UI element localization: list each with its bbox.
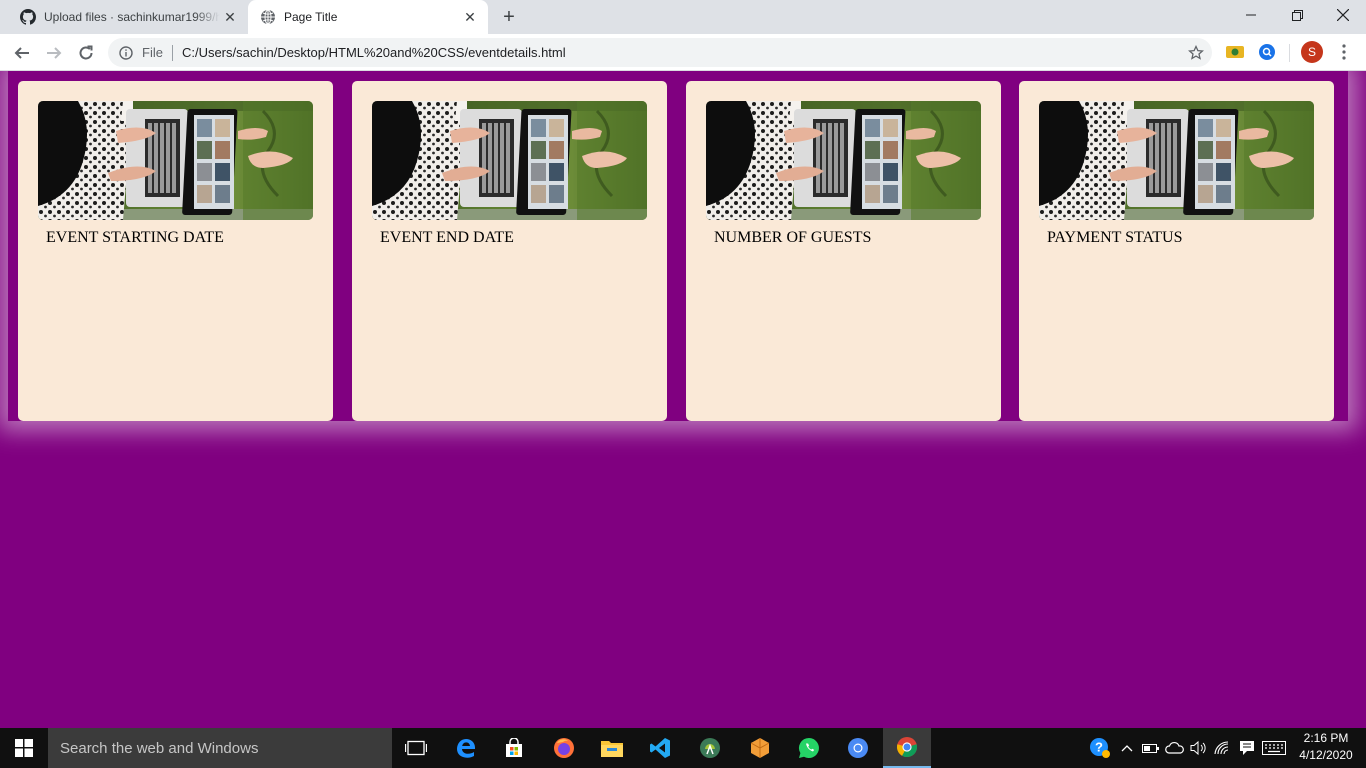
profile-avatar[interactable]: S <box>1301 41 1323 63</box>
address-bar[interactable]: File C:/Users/sachin/Desktop/HTML%20and%… <box>108 38 1212 67</box>
volume-icon[interactable] <box>1188 728 1210 768</box>
restore-icon[interactable] <box>1274 0 1320 30</box>
info-icon[interactable] <box>118 45 134 61</box>
event-card: EVENT END DATE <box>352 81 667 421</box>
keyboard-icon[interactable] <box>1260 728 1288 768</box>
extension-search-icon[interactable] <box>1258 43 1276 61</box>
close-tab-icon[interactable]: ✕ <box>220 7 240 27</box>
scheme-label: File <box>142 45 163 60</box>
browser-toolbar: File C:/Users/sachin/Desktop/HTML%20and%… <box>0 34 1366 71</box>
system-clock[interactable]: 2:16 PM 4/12/2020 <box>1290 730 1362 766</box>
windows-start-icon[interactable] <box>0 728 48 768</box>
firefox-icon[interactable] <box>540 728 588 768</box>
card-label: PAYMENT STATUS <box>1047 229 1183 246</box>
bookmark-star-icon[interactable] <box>1187 44 1204 61</box>
clock-date: 4/12/2020 <box>1299 748 1353 762</box>
chromium-icon[interactable] <box>834 728 882 768</box>
forward-arrow-icon[interactable] <box>40 39 68 67</box>
back-arrow-icon[interactable] <box>8 39 36 67</box>
battery-icon[interactable] <box>1140 728 1162 768</box>
kebab-menu-icon[interactable] <box>1334 42 1354 62</box>
new-tab-button[interactable]: + <box>496 5 522 29</box>
task-view-icon[interactable] <box>392 728 440 768</box>
minimize-icon[interactable] <box>1228 0 1274 30</box>
whatsapp-icon[interactable] <box>785 728 833 768</box>
woman-with-laptop-photo <box>1039 101 1314 220</box>
url-text[interactable]: C:/Users/sachin/Desktop/HTML%20and%20CSS… <box>182 45 566 60</box>
tab-title: Page Title <box>284 10 338 24</box>
reload-icon[interactable] <box>72 39 100 67</box>
chrome-icon[interactable] <box>883 728 931 768</box>
onedrive-icon[interactable] <box>1164 728 1186 768</box>
package-icon[interactable] <box>736 728 784 768</box>
chevron-up-icon[interactable] <box>1118 728 1136 768</box>
android-studio-icon[interactable] <box>686 728 734 768</box>
github-icon <box>20 9 36 25</box>
close-tab-icon[interactable]: ✕ <box>460 7 480 27</box>
edge-icon[interactable] <box>442 728 490 768</box>
help-icon[interactable]: ? <box>1088 728 1112 768</box>
globe-icon <box>260 9 276 25</box>
woman-with-laptop-photo <box>372 101 647 220</box>
clock-time: 2:16 PM <box>1303 731 1349 745</box>
woman-with-laptop-photo <box>706 101 981 220</box>
tab-page-title[interactable]: Page Title ✕ <box>248 0 488 34</box>
tab-upload-files[interactable]: Upload files · sachinkumar1999/ht ✕ <box>8 0 248 34</box>
card-label: EVENT STARTING DATE <box>46 229 224 246</box>
omnibox-divider <box>171 44 173 61</box>
extension-screenshot-icon[interactable] <box>1226 43 1244 61</box>
card-label: NUMBER OF GUESTS <box>714 229 872 246</box>
event-card: PAYMENT STATUS <box>1019 81 1334 421</box>
file-explorer-icon[interactable] <box>588 728 636 768</box>
page-viewport: EVENT STARTING DATE EVENT END DATE NUMBE… <box>0 71 1366 728</box>
card-label: EVENT END DATE <box>380 229 514 246</box>
close-window-icon[interactable] <box>1320 0 1366 30</box>
store-icon[interactable] <box>490 728 538 768</box>
taskbar-search-input[interactable]: Search the web and Windows <box>48 728 392 768</box>
action-center-icon[interactable] <box>1236 728 1258 768</box>
tab-title: Upload files · sachinkumar1999/ht <box>44 10 220 24</box>
toolbar-divider <box>1289 44 1290 62</box>
browser-tab-strip: Upload files · sachinkumar1999/ht ✕ Page… <box>0 0 1366 34</box>
wifi-icon[interactable] <box>1212 728 1234 768</box>
vscode-icon[interactable] <box>636 728 684 768</box>
woman-with-laptop-photo <box>38 101 313 220</box>
svg-text:?: ? <box>1095 740 1103 755</box>
windows-taskbar: Search the web and Windows ? 2:16 PM 4/1… <box>0 728 1366 768</box>
event-card: EVENT STARTING DATE <box>18 81 333 421</box>
event-card: NUMBER OF GUESTS <box>686 81 1001 421</box>
cards-container: EVENT STARTING DATE EVENT END DATE NUMBE… <box>8 71 1348 421</box>
